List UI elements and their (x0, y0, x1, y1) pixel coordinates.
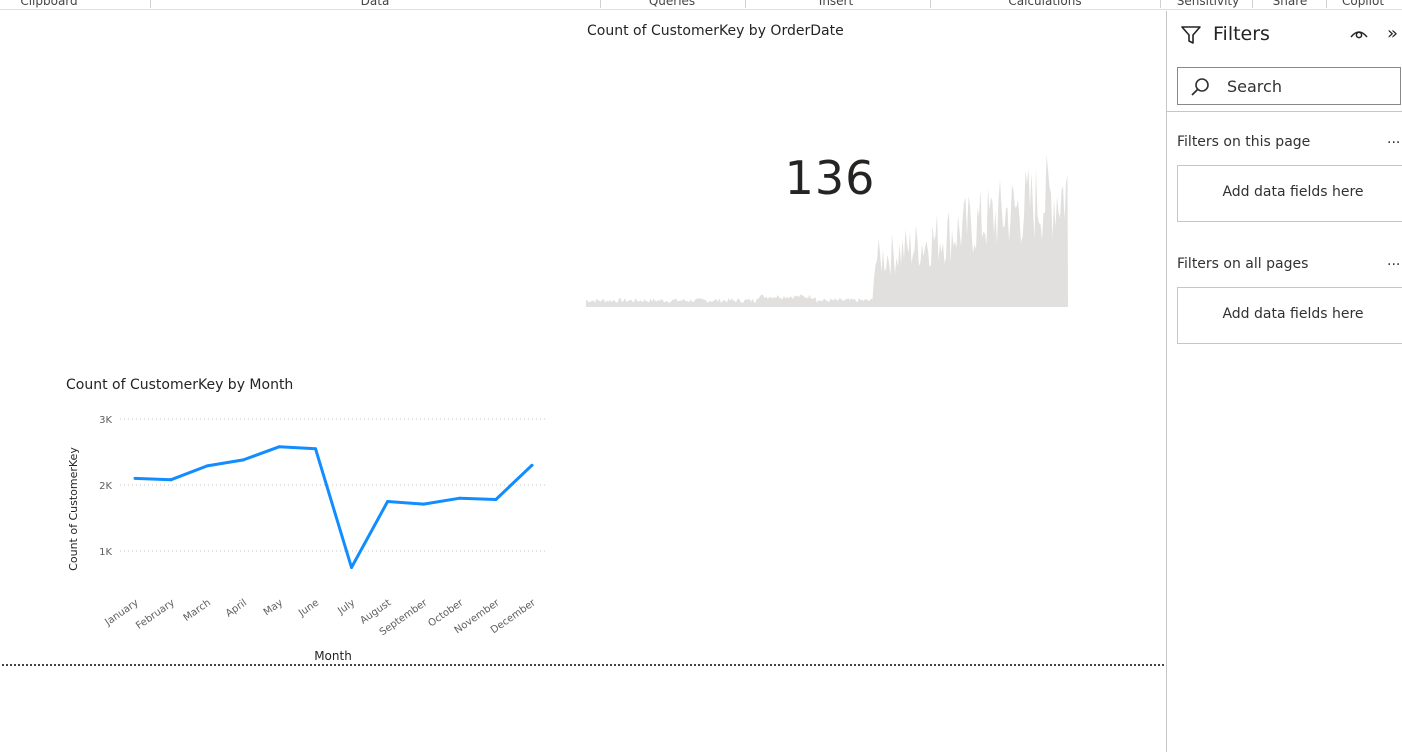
y-tick-label: 2K (99, 481, 112, 492)
filters-on-all-pages-label: Filters on all pages (1177, 256, 1309, 272)
line-chart-plot: 1K2K3KJanuaryFebruary March April May June Ju… (67, 415, 548, 663)
series-line (134, 445, 534, 569)
data-point (386, 500, 390, 503)
card-visual-title: Count of CustomerKey by OrderDate (587, 23, 844, 39)
filters-search-input[interactable]: Search (1177, 67, 1401, 105)
ribbon-group-data: Data (360, 0, 390, 8)
search-icon (1191, 78, 1209, 96)
ribbon-separator (1326, 0, 1327, 8)
ribbon-group-labels: Clipboard Data Queries Insert Calculatio… (0, 0, 1402, 10)
card-value: 136 (784, 151, 876, 205)
filters-on-all-pages-drop-well[interactable]: Add data fields here (1177, 287, 1402, 344)
data-point (458, 496, 462, 500)
ribbon-separator (1160, 0, 1161, 8)
report-canvas: Count of CustomerKey by OrderDate 136 Co… (0, 11, 1166, 752)
x-tick-label: June (296, 597, 321, 619)
ribbon-group-queries: Queries (648, 0, 696, 8)
data-point (530, 463, 534, 467)
filters-on-this-page-drop-well[interactable]: Add data fields here (1177, 165, 1402, 222)
ribbon-group-clipboard: Clipboard (20, 0, 78, 8)
y-tick-label: 1K (99, 547, 112, 558)
drop-well-text: Add data fields here (1222, 306, 1364, 322)
ribbon-group-sensitivity: Sensitivity (1176, 0, 1240, 8)
ribbon-group-calculations: Calculations (1008, 0, 1082, 8)
data-point (241, 458, 245, 462)
x-tick-label: February (134, 597, 177, 631)
filter-funnel-icon (1181, 26, 1201, 44)
line-chart-title: Count of CustomerKey by Month (66, 377, 294, 393)
x-tick-label: March (182, 597, 213, 623)
filters-pane: Filters » Search Filters on this page ..… (1166, 11, 1402, 752)
page-boundary (2, 664, 1164, 666)
x-tick-label: July (335, 597, 357, 617)
double-chevron-right-icon[interactable]: » (1387, 23, 1398, 44)
filters-title: Filters (1213, 23, 1270, 45)
data-point (350, 566, 354, 569)
filters-on-this-page-label: Filters on this page (1177, 134, 1311, 150)
eye-icon[interactable] (1349, 27, 1369, 41)
data-point (169, 478, 173, 482)
filters-on-this-page-more-button[interactable]: ... (1387, 131, 1400, 147)
x-axis-title: Month (314, 649, 352, 663)
x-tick-label: May (262, 597, 285, 618)
x-tick-label: April (224, 597, 249, 619)
ribbon-group-insert: Insert (818, 0, 854, 8)
data-point (133, 476, 137, 480)
ribbon-separator (1252, 0, 1253, 8)
data-point (277, 445, 281, 449)
filters-on-all-pages-more-button[interactable]: ... (1387, 253, 1400, 269)
search-placeholder: Search (1227, 77, 1282, 96)
y-axis-title: Count of CustomerKey (67, 447, 80, 571)
filters-divider (1167, 111, 1402, 112)
data-point (205, 464, 209, 468)
data-point (494, 498, 498, 502)
y-tick-label: 3K (99, 415, 112, 426)
drop-well-text: Add data fields here (1222, 184, 1364, 200)
ribbon-separator (745, 0, 746, 8)
ribbon-separator (930, 0, 931, 8)
ribbon-group-share: Share (1272, 0, 1308, 8)
ribbon-separator (600, 0, 601, 8)
ribbon-group-copilot: Copilot (1341, 0, 1385, 8)
data-point (422, 502, 426, 506)
data-point (313, 447, 317, 451)
ribbon-separator (150, 0, 151, 8)
